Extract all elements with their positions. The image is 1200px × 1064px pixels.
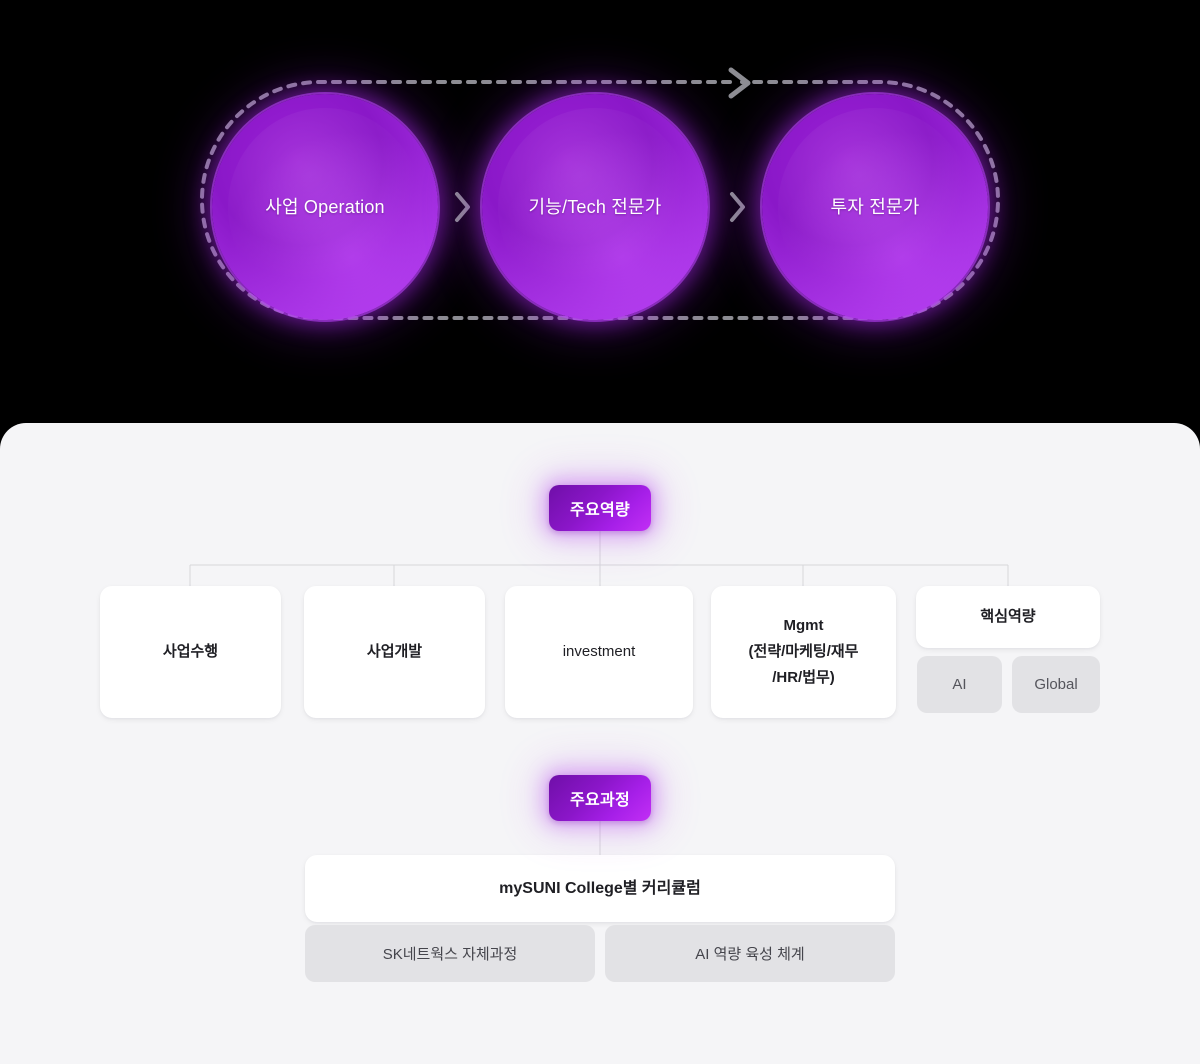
flow-step-label: 기능/Tech 전문가 [528,196,662,217]
chip-label: Global [1034,676,1078,693]
competency-card-bizdev[interactable]: 사업개발 [304,586,485,718]
card-label: 사업수행 [162,643,219,660]
card-label: investment [562,643,636,660]
course-chip-ai-capability[interactable]: AI 역량 육성 체계 [605,925,895,982]
badge-label: 주요역량 [569,502,631,519]
competency-card-core[interactable]: 핵심역량 [916,586,1100,648]
competency-card-mgmt[interactable]: Mgmt (전략/마케팅/재무 /HR/법무) [711,586,896,718]
chevron-right-icon [730,192,745,222]
card-label: Mgmt (전략/마케팅/재무 /HR/법무) [748,617,859,686]
chevron-right-icon [455,192,470,222]
core-chip-global[interactable]: Global [1012,656,1100,713]
flow-step-label: 투자 전문가 [830,196,920,217]
competency-card-investment[interactable]: investment [505,586,693,718]
flow-step-tech-expert[interactable]: 기능/Tech 전문가 [482,94,708,320]
chip-label: SK네트웍스 자체과정 [382,946,518,963]
course-chip-sk-internal[interactable]: SK네트웍스 자체과정 [305,925,595,982]
competency-card-exec[interactable]: 사업수행 [100,586,281,718]
course-card-curriculum[interactable]: mySUNI College별 커리큘럼 [305,855,895,922]
diagram-root: 사업 Operation 기능/Tech 전문가 투자 전문가 주요역량 사업수… [0,0,1200,1064]
card-label: 사업개발 [366,643,423,660]
loop-arrowhead-icon [728,67,751,99]
flow-step-label: 사업 Operation [265,196,385,217]
chip-label: AI 역량 육성 체계 [695,946,805,963]
card-label: mySUNI College별 커리큘럼 [499,879,701,897]
flow-step-investment-expert[interactable]: 투자 전문가 [762,94,988,320]
badge-main-competency[interactable]: 주요역량 [549,485,651,531]
competency-panel: 주요역량 사업수행 사업개발 investment Mgmt (전략/마케팅/재… [0,423,1200,1064]
badge-label: 주요과정 [569,792,631,809]
talent-flow-section: 사업 Operation 기능/Tech 전문가 투자 전문가 [0,0,1200,423]
badge-main-course[interactable]: 주요과정 [549,775,651,821]
core-chip-ai[interactable]: AI [917,656,1002,713]
card-label: 핵심역량 [980,608,1036,625]
chip-label: AI [952,676,967,693]
flow-step-operation[interactable]: 사업 Operation [212,94,438,320]
